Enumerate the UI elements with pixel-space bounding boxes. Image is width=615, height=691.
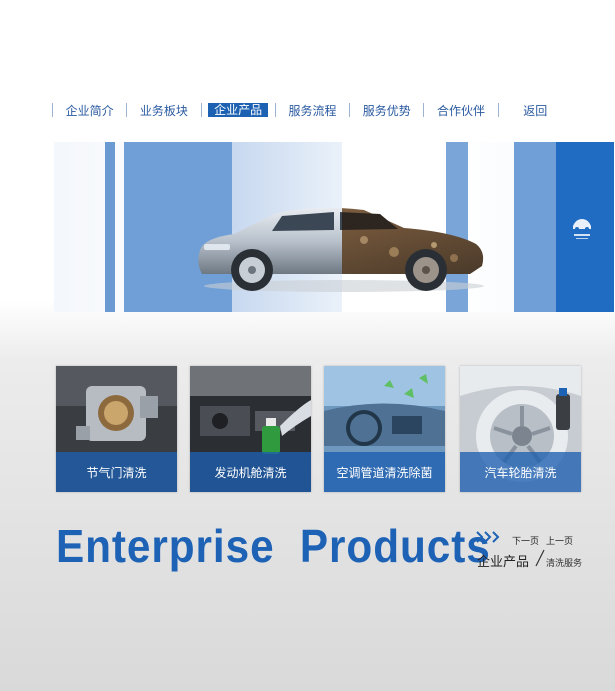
nav-item-label: 企业简介	[65, 103, 114, 118]
product-card-label: 发动机舱清洗	[190, 452, 311, 492]
nav-item-company-intro[interactable]: 企业简介	[53, 102, 126, 118]
hero-banner	[54, 142, 614, 312]
prev-page-link[interactable]: 上一页	[546, 534, 573, 547]
nav-item-label: 服务流程	[288, 103, 337, 118]
product-card-ac-duct[interactable]: 空调管道清洗除菌	[324, 366, 445, 492]
nav-item-label: 返回	[523, 103, 548, 118]
banner-stripe	[514, 142, 556, 312]
product-card-label: 节气门清洗	[56, 452, 177, 492]
banner-car-image	[194, 200, 494, 299]
product-card-label: 空调管道清洗除菌	[324, 452, 445, 492]
section-subtitle: 清洗服务	[546, 559, 583, 569]
product-card-engine[interactable]: 发动机舱清洗	[190, 366, 311, 492]
banner-stripe	[105, 142, 115, 312]
nav-item-partners[interactable]: 合作伙伴	[424, 102, 497, 118]
title-slash-divider	[535, 549, 545, 567]
product-card-tire[interactable]: 汽车轮胎清洗	[460, 366, 581, 492]
nav-item-label: 服务优势	[362, 103, 411, 118]
main-nav: 企业简介 业务板块 企业产品 服务流程 服务优势 合作伙伴 返回	[52, 101, 572, 119]
section-title-chinese: 企业产品	[477, 555, 530, 570]
product-card-throttle[interactable]: 节气门清洗	[56, 366, 177, 492]
nav-item-products[interactable]: 企业产品	[202, 102, 275, 118]
chevrons-right-icon	[476, 531, 500, 543]
nav-item-advantages[interactable]: 服务优势	[350, 102, 423, 118]
product-card-label: 汽车轮胎清洗	[460, 452, 581, 492]
nav-item-service-process[interactable]: 服务流程	[276, 102, 349, 118]
next-page-link[interactable]: 下一页	[512, 534, 539, 547]
nav-item-business[interactable]: 业务板块	[127, 102, 200, 118]
nav-item-label: 合作伙伴	[437, 103, 486, 118]
product-cards: 节气门清洗 发动机舱清洗 空调管道清洗除菌 汽车轮胎清洗	[56, 366, 582, 492]
nav-item-label: 企业产品	[208, 103, 269, 117]
car-wash-logo-icon	[570, 214, 594, 242]
section-title-english: Enterprise Products	[56, 520, 491, 572]
nav-item-back[interactable]: 返回	[499, 102, 572, 118]
nav-item-label: 业务板块	[139, 103, 188, 118]
